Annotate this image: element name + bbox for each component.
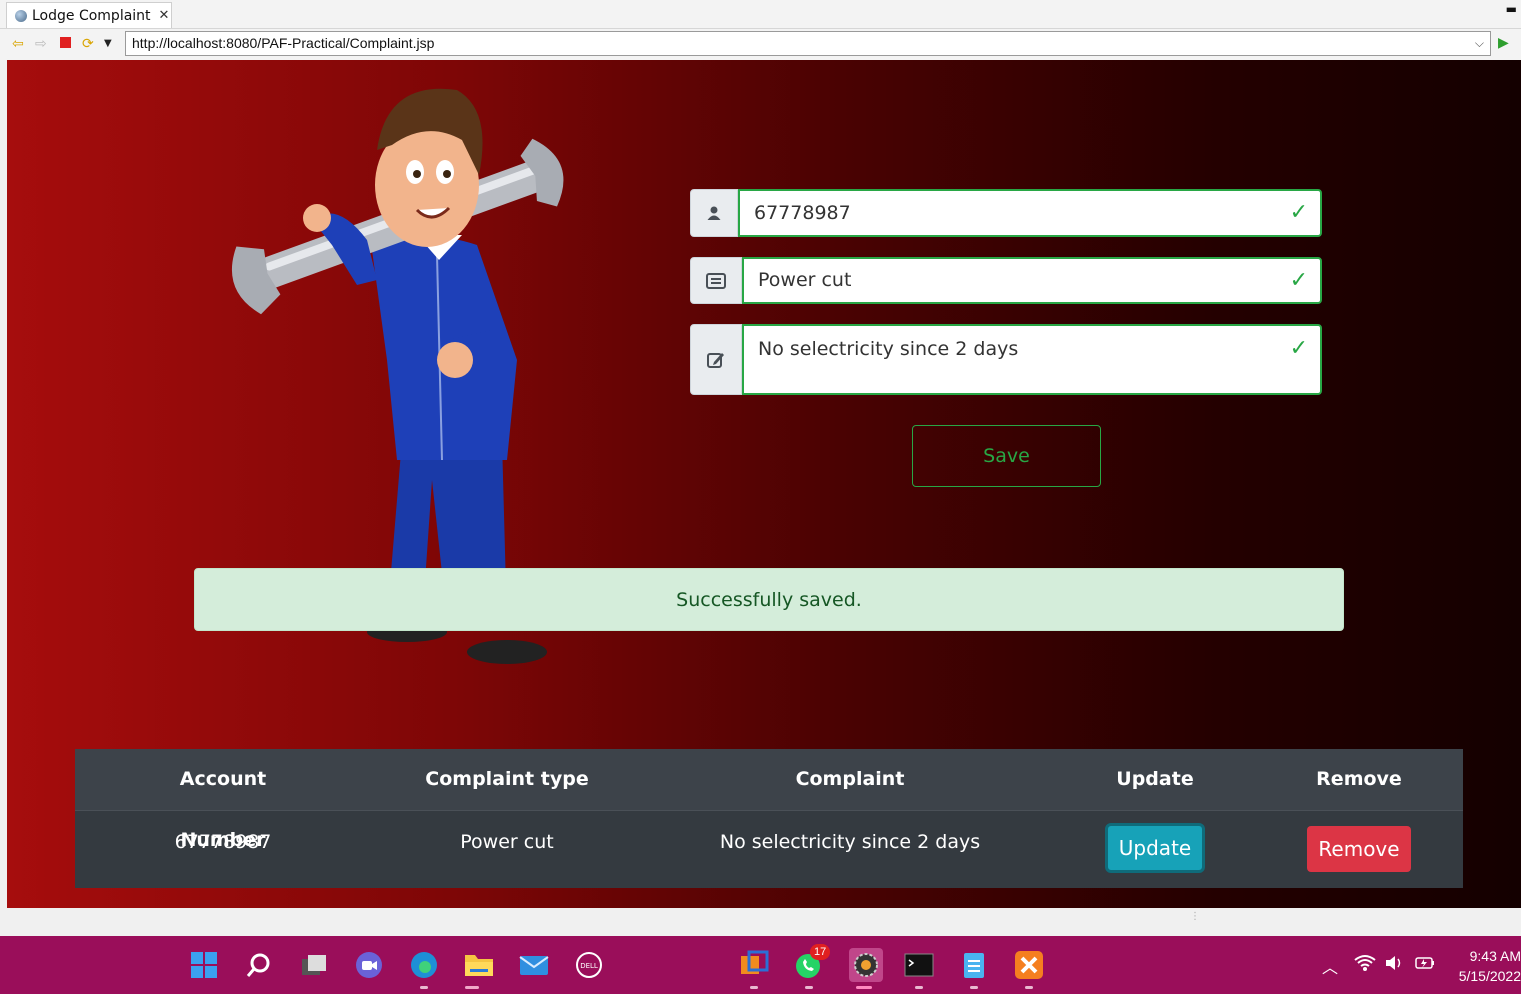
globe-icon (15, 9, 27, 22)
wifi-icon[interactable] (1354, 954, 1376, 976)
running-indicator (1025, 986, 1033, 989)
complaint-type-field: Power cut ✓ (690, 257, 1322, 304)
edge-browser-icon[interactable] (409, 950, 439, 980)
minimize-icon[interactable]: ▬ (1506, 2, 1517, 16)
alert-message: Successfully saved. (676, 588, 862, 611)
clock-time: 9:43 AM (1469, 948, 1521, 964)
running-indicator (915, 986, 923, 989)
system-clock[interactable]: 9:43 AM 5/15/2022 (1451, 946, 1521, 986)
header-complaint-type: Complaint type (425, 768, 589, 790)
terminal-icon[interactable] (904, 950, 934, 980)
notification-badge: 17 (810, 944, 831, 960)
update-button[interactable]: Update (1105, 823, 1205, 873)
volume-icon[interactable] (1384, 954, 1404, 976)
notepad-icon[interactable] (959, 950, 989, 980)
search-icon[interactable] (244, 950, 274, 980)
close-tab-icon[interactable]: ✕ (159, 8, 170, 23)
clock-date: 5/15/2022 (1458, 968, 1521, 984)
running-indicator (970, 986, 978, 989)
complaint-value: No selectricity since 2 days (758, 338, 1019, 360)
browser-tab[interactable]: Lodge Complaint ✕ (6, 2, 172, 28)
complaints-table: Account Number Complaint type Complaint … (75, 749, 1463, 888)
windows-start-icon[interactable] (189, 950, 219, 980)
address-bar[interactable]: http://localhost:8080/PAF-Practical/Comp… (125, 31, 1491, 56)
status-strip: ⋮ (0, 908, 1521, 936)
save-button[interactable]: Save (912, 425, 1101, 487)
eclipse-ide-icon[interactable] (849, 948, 883, 982)
navigation-bar: ⇦ ⇨ ⟳ ▼ http://localhost:8080/PAF-Practi… (0, 29, 1521, 60)
tab-bar: Lodge Complaint ✕ ▬ (0, 0, 1521, 29)
complaint-textarea[interactable]: No selectricity since 2 days ✓ (742, 324, 1322, 395)
header-remove: Remove (1316, 768, 1402, 790)
success-alert: Successfully saved. (194, 568, 1344, 631)
url-text: http://localhost:8080/PAF-Practical/Comp… (132, 35, 435, 51)
file-explorer-icon[interactable] (464, 950, 494, 980)
account-number-value: 67778987 (754, 202, 851, 224)
taskbar: DELL 17 ︿ 9:43 AM 5/15/2022 (0, 936, 1521, 994)
remove-button[interactable]: Remove (1307, 826, 1411, 872)
cell-complaint: No selectricity since 2 days (719, 831, 981, 853)
edit-icon (690, 324, 742, 395)
mail-icon[interactable] (519, 950, 549, 980)
dell-icon[interactable]: DELL (574, 950, 604, 980)
header-update: Update (1116, 768, 1194, 790)
back-icon[interactable]: ⇦ (12, 35, 24, 53)
refresh-icon[interactable]: ⟳ (82, 35, 94, 53)
cell-complaint-type: Power cut (460, 831, 554, 853)
go-icon[interactable]: ▶ (1498, 35, 1509, 51)
user-icon (690, 189, 738, 237)
tab-title: Lodge Complaint (32, 7, 151, 24)
header-complaint: Complaint (795, 768, 905, 790)
header-account-number: Account Number (179, 768, 267, 851)
complaint-field: No selectricity since 2 days ✓ (690, 324, 1322, 395)
complaint-type-input[interactable]: Power cut ✓ (742, 257, 1322, 304)
xampp-icon[interactable] (1014, 950, 1044, 980)
table-header: Account Number Complaint type Complaint … (75, 749, 1463, 851)
whatsapp-icon[interactable]: 17 (794, 944, 831, 980)
running-indicator (856, 986, 872, 989)
account-number-input[interactable]: 67778987 ✓ (738, 189, 1322, 237)
chevron-down-icon[interactable]: ⌵ (1475, 32, 1484, 55)
stop-icon[interactable] (60, 37, 71, 48)
dropdown-icon[interactable]: ▼ (104, 35, 112, 53)
cell-account-number: 67778987 (174, 831, 272, 853)
running-indicator (750, 986, 758, 989)
account-number-field: 67778987 ✓ (690, 189, 1322, 237)
teams-chat-icon[interactable] (354, 950, 384, 980)
task-view-icon[interactable] (299, 950, 329, 980)
forward-icon[interactable]: ⇨ (35, 35, 47, 53)
running-indicator (805, 986, 813, 989)
valid-check-icon: ✓ (1289, 200, 1308, 225)
running-indicator (420, 986, 428, 989)
svg-text:DELL: DELL (580, 962, 598, 970)
battery-icon[interactable] (1414, 954, 1436, 976)
running-indicator (465, 986, 479, 989)
show-hidden-icons-icon[interactable]: ︿ (1322, 954, 1338, 978)
resize-grip-icon[interactable]: ⋮ (1190, 912, 1200, 922)
valid-check-icon: ✓ (1289, 336, 1308, 361)
page-viewport: 67778987 ✓ Power cut ✓ No selectricity s… (7, 60, 1521, 908)
virtualbox-icon[interactable] (739, 950, 769, 980)
complaint-type-value: Power cut (758, 269, 852, 291)
valid-check-icon: ✓ (1289, 268, 1308, 293)
list-icon (690, 257, 742, 304)
